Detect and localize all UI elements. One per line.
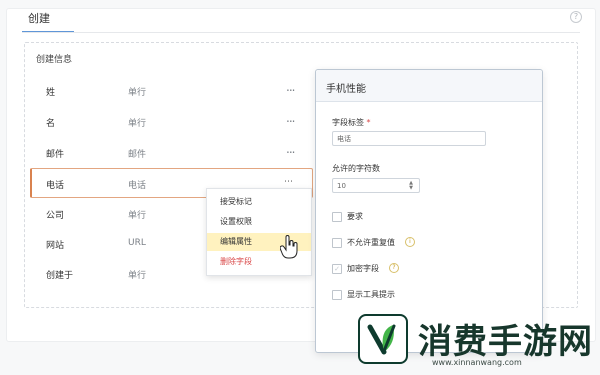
field-label: 网站 [46,241,65,251]
site-watermark: 消费手游网 www.xinnanwang.com [346,310,598,374]
field-type: 单行 [128,211,147,221]
panel-title: 手机性能 [326,84,366,95]
stepper-down-icon[interactable]: ▼ [409,185,413,191]
field-row-first-name[interactable]: 名 单行 ... [30,107,310,135]
watermark-title: 消费手游网 [418,322,593,362]
checkbox-icon[interactable] [332,290,342,300]
help-icon[interactable]: ? [570,11,582,23]
info-icon: i [405,237,415,247]
panel-header: 手机性能 [316,70,542,102]
stepper-arrows[interactable]: ▲ ▼ [409,181,413,191]
field-type: URL [128,238,146,248]
checkbox-label: 显示工具提示 [347,290,395,299]
field-label: 电话 [46,181,65,191]
no-duplicates-checkbox-row[interactable]: 不允许重复值 i [332,236,512,250]
field-row-email[interactable]: 邮件 邮件 ... [30,138,310,166]
field-context-menu: 接受标记 设置权限 编辑属性 删除字段 [206,188,312,276]
field-type: 邮件 [128,150,147,160]
more-icon[interactable]: ⋯ [284,177,293,187]
hand-pointer-icon [280,235,298,259]
field-label: 邮件 [46,150,65,160]
required-mark: * [366,118,371,127]
field-label-input[interactable]: 电话 [332,131,486,146]
checked-checkbox-icon[interactable]: ✓ [332,264,342,274]
menu-item-mark-required[interactable]: 接受标记 [207,193,311,211]
tab-divider [22,32,580,33]
checkbox-label: 不允许重复值 [347,238,395,247]
watermark-logo [358,314,408,364]
menu-item-set-permissions[interactable]: 设置权限 [207,213,311,231]
required-checkbox-row[interactable]: 要求 [332,210,512,224]
page: 创建 ? 创建信息 姓 单行 ... 名 单行 ... 邮件 邮件 ... 电话… [0,0,600,375]
section-title: 创建信息 [36,55,73,65]
encrypt-field-checkbox-row[interactable]: ✓ 加密字段 ? [332,262,512,276]
watermark-url: www.xinnanwang.com [432,358,522,367]
field-label: 公司 [46,211,65,221]
checkbox-icon[interactable] [332,212,342,222]
tab-create[interactable]: 创建 [28,10,50,26]
field-type: 电话 [128,181,147,191]
max-chars-value: 10 [337,182,346,190]
field-row-last-name[interactable]: 姓 单行 ... [30,76,310,104]
checkbox-label: 加密字段 [347,264,379,273]
leaf-logo-icon [367,324,396,355]
more-icon[interactable]: ... [286,80,296,94]
field-label: 名 [46,119,56,129]
more-icon[interactable]: ... [286,142,296,156]
field-label: 姓 [46,88,56,98]
checkbox-label: 要求 [347,212,363,221]
field-type: 单行 [128,88,147,98]
more-icon[interactable]: ... [286,111,296,125]
field-label: 创建于 [46,271,74,281]
max-chars-label: 允许的字符数 [332,164,380,173]
info-icon: ? [389,263,399,273]
field-label-text: 字段标签 [332,118,364,127]
field-type: 单行 [128,119,147,129]
checkbox-icon[interactable] [332,238,342,248]
field-label-heading: 字段标签 * [332,117,371,128]
max-chars-stepper[interactable]: 10 ▲ ▼ [332,178,420,193]
show-tooltip-checkbox-row[interactable]: 显示工具提示 [332,288,512,302]
field-type: 单行 [128,271,147,281]
